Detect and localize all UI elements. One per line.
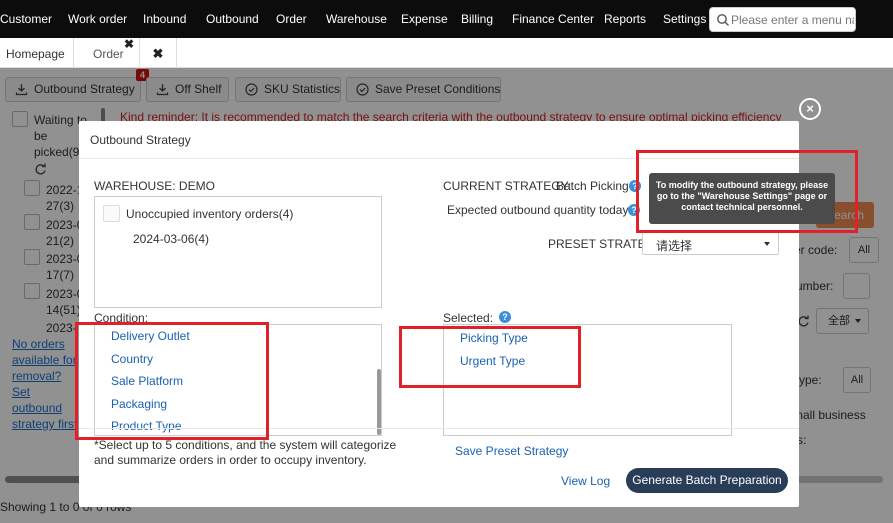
tab-order-close-icon[interactable]: ✖: [124, 28, 134, 60]
selected-item[interactable]: Urgent Type: [460, 354, 525, 368]
condition-scrollbar[interactable]: [377, 369, 381, 435]
tab-order[interactable]: Order ✖: [74, 37, 140, 68]
expected-quantity-label: Expected outbound quantity today: [447, 203, 629, 217]
selected-item[interactable]: Picking Type: [460, 331, 528, 345]
condition-item[interactable]: Product Type: [111, 419, 182, 433]
nav-item-order[interactable]: Order: [276, 12, 307, 26]
warehouse-date-item[interactable]: 2024-03-06(4): [133, 232, 209, 246]
selected-list: Picking Type Urgent Type: [443, 324, 732, 436]
chevron-down-icon: [764, 242, 770, 246]
warehouse-panel: Unoccupied inventory orders(4) 2024-03-0…: [94, 196, 382, 308]
help-icon[interactable]: ?: [629, 180, 641, 192]
menu-search-box[interactable]: [709, 7, 856, 32]
nav-item-settings[interactable]: Settings: [663, 12, 706, 26]
condition-item[interactable]: Packaging: [111, 397, 167, 411]
condition-item[interactable]: Country: [111, 352, 153, 366]
nav-item-reports[interactable]: Reports: [604, 12, 646, 26]
condition-list: Delivery Outlet Country Sale Platform Pa…: [94, 324, 382, 436]
close-all-tabs-icon[interactable]: ✖: [140, 38, 177, 68]
nav-item-work-order[interactable]: Work order: [68, 12, 127, 26]
condition-item[interactable]: Delivery Outlet: [111, 329, 190, 343]
condition-item[interactable]: Sale Platform: [111, 374, 183, 388]
nav-item-customer[interactable]: Customer: [0, 12, 52, 26]
outbound-strategy-modal: Outbound Strategy WAREHOUSE: DEMO Unoccu…: [79, 121, 835, 507]
preset-strategy-select[interactable]: 请选择: [642, 232, 779, 255]
unoccupied-orders-checkbox[interactable]: [103, 205, 120, 222]
nav-item-expense[interactable]: Expense: [401, 12, 448, 26]
nav-item-outbound[interactable]: Outbound: [206, 12, 259, 26]
search-icon: [717, 14, 729, 26]
modal-title: Outbound Strategy: [90, 133, 191, 147]
modal-divider: [79, 428, 799, 429]
modal-close-icon[interactable]: ×: [799, 98, 821, 120]
help-icon[interactable]: ?: [499, 311, 511, 323]
menu-search-input[interactable]: [731, 11, 854, 29]
unoccupied-orders-label: Unoccupied inventory orders(4): [126, 207, 294, 221]
nav-item-finance-center[interactable]: Finance Center: [512, 12, 594, 26]
condition-label: Condition:: [94, 311, 149, 325]
nav-item-warehouse[interactable]: Warehouse: [326, 12, 387, 26]
nav-item-billing[interactable]: Billing: [461, 12, 493, 26]
current-strategy-label: CURRENT STRATEGY:: [443, 179, 572, 193]
preset-strategy-value: 请选择: [656, 239, 693, 253]
current-strategy-value: Batch Picking: [556, 179, 629, 193]
tab-order-label: Order: [93, 47, 124, 61]
help-icon[interactable]: ?: [628, 204, 640, 216]
generate-batch-preparation-button[interactable]: Generate Batch Preparation: [626, 468, 788, 493]
nav-item-inbound[interactable]: Inbound: [143, 12, 186, 26]
condition-note: *Select up to 5 conditions, and the syst…: [94, 438, 397, 467]
modal-header: Outbound Strategy: [79, 121, 799, 159]
tab-homepage[interactable]: Homepage: [0, 38, 74, 68]
warehouse-label: WAREHOUSE: DEMO: [94, 179, 215, 193]
tab-bar: Homepage Order ✖ ✖: [0, 37, 893, 68]
save-preset-strategy-link[interactable]: Save Preset Strategy: [455, 444, 568, 458]
tab-homepage-label: Homepage: [6, 47, 65, 61]
strategy-tooltip: To modify the outbound strategy, please …: [649, 173, 835, 224]
selected-label: Selected:: [443, 311, 494, 325]
view-log-link[interactable]: View Log: [561, 474, 610, 488]
